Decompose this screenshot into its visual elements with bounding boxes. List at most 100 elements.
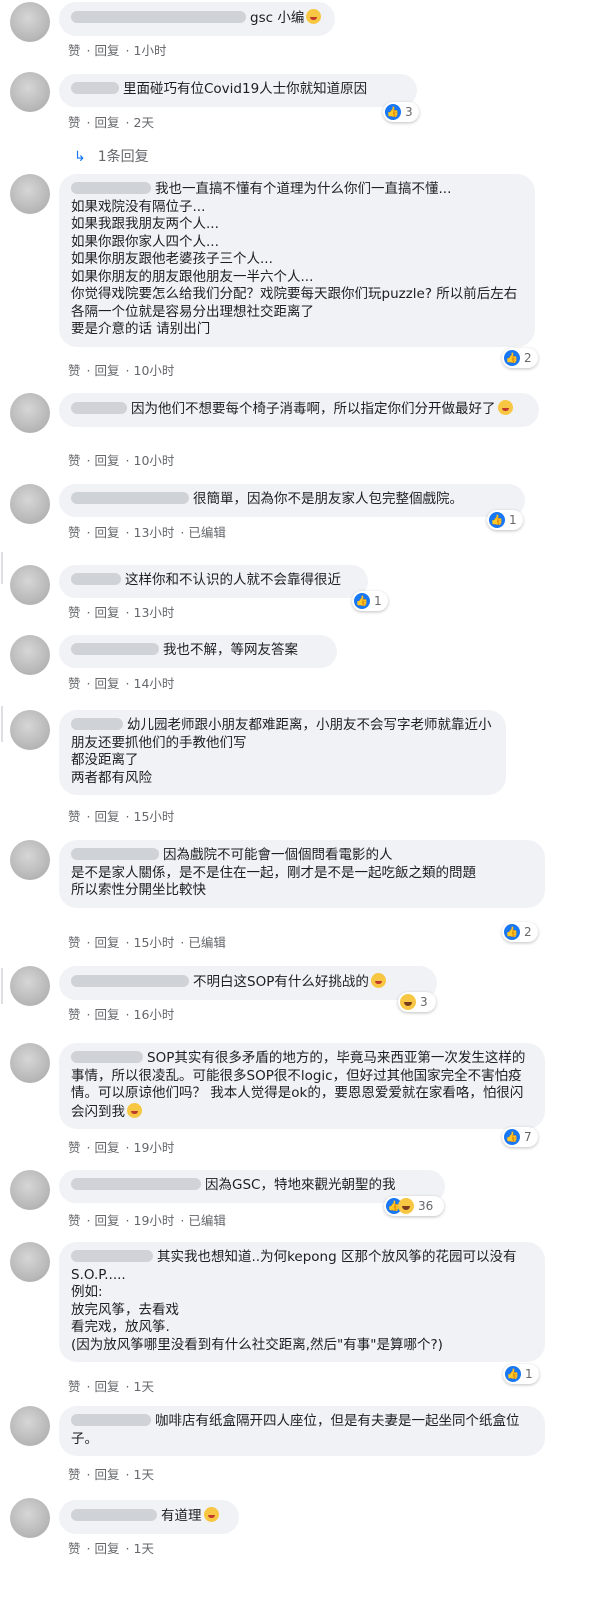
blurred-name — [71, 1250, 153, 1262]
avatar[interactable] — [10, 1498, 50, 1538]
blurred-name — [71, 182, 151, 194]
avatar[interactable] — [10, 966, 50, 1006]
reply-button[interactable]: 回复 — [95, 1213, 120, 1228]
avatar[interactable] — [10, 840, 50, 880]
reaction-count[interactable]: 👍 1 — [503, 1364, 539, 1384]
comment-text: gsc 小编 — [250, 10, 305, 26]
avatar[interactable] — [10, 635, 50, 675]
like-button[interactable]: 赞 — [68, 1213, 81, 1228]
like-button[interactable]: 赞 — [68, 363, 81, 378]
like-button[interactable]: 赞 — [68, 43, 81, 58]
timestamp[interactable]: 19小时 — [134, 1213, 175, 1228]
reaction-count[interactable]: 👍 36 — [384, 1196, 444, 1216]
avatar[interactable] — [10, 1406, 50, 1446]
timestamp[interactable]: 1小时 — [134, 43, 167, 58]
reply-button[interactable]: 回复 — [95, 1007, 120, 1022]
comment-bubble: 咖啡店有纸盒隔开四人座位，但是有夫妻是一起坐同个纸盒位子。 — [59, 1406, 545, 1456]
reaction-count[interactable]: 👍 1 — [487, 510, 523, 530]
like-button[interactable]: 赞 — [68, 453, 81, 468]
like-reaction-icon: 👍 — [504, 924, 520, 940]
comment-actions: 赞 · 回复 · 13小时 · 已编辑 — [68, 525, 226, 540]
avatar[interactable] — [10, 1242, 50, 1282]
comment-actions: 赞 · 回复 · 1小时 — [68, 43, 167, 58]
timestamp[interactable]: 1天 — [134, 1467, 154, 1482]
thread-line — [1, 706, 3, 742]
like-button[interactable]: 赞 — [68, 809, 81, 824]
reply-button[interactable]: 回复 — [95, 43, 120, 58]
like-reaction-icon: 👍 — [385, 104, 401, 120]
comment-actions: 赞 · 回复 · 10小时 — [68, 363, 175, 378]
laughing-emoji-icon — [497, 400, 513, 415]
timestamp[interactable]: 14小时 — [134, 676, 175, 691]
avatar[interactable] — [10, 1043, 50, 1083]
timestamp[interactable]: 15小时 — [134, 935, 175, 950]
timestamp[interactable]: 13小时 — [134, 525, 175, 540]
like-button[interactable]: 赞 — [68, 1541, 81, 1556]
like-button[interactable]: 赞 — [68, 676, 81, 691]
avatar[interactable] — [10, 72, 50, 112]
reaction-count[interactable]: 👍 7 — [502, 1127, 538, 1147]
reply-button[interactable]: 回复 — [95, 1541, 120, 1556]
comment-bubble: 我也一直搞不懂有个道理为什么你们一直搞不懂... 如果戏院没有隔位子... 如果… — [59, 174, 535, 347]
like-button[interactable]: 赞 — [68, 1467, 81, 1482]
view-replies-link[interactable]: ↳ 1条回复 — [74, 146, 149, 166]
reply-button[interactable]: 回复 — [95, 363, 120, 378]
reaction-count[interactable]: 👍 2 — [502, 348, 538, 368]
comment-text: 因为他们不想要每个椅子消毒啊，所以指定你们分开做最好了 — [131, 401, 496, 417]
timestamp[interactable]: 13小时 — [134, 605, 175, 620]
reply-button[interactable]: 回复 — [95, 935, 120, 950]
blurred-name — [71, 402, 127, 414]
blurred-name — [71, 848, 159, 860]
reaction-count[interactable]: 👍 1 — [352, 591, 388, 611]
reply-button[interactable]: 回复 — [95, 605, 120, 620]
reply-button[interactable]: 回复 — [95, 453, 120, 468]
reply-button[interactable]: 回复 — [95, 1140, 120, 1155]
avatar[interactable] — [10, 2, 50, 42]
blurred-name — [71, 573, 121, 585]
timestamp[interactable]: 10小时 — [134, 453, 175, 468]
timestamp[interactable]: 1天 — [134, 1379, 154, 1394]
comment-bubble: 因为他们不想要每个椅子消毒啊，所以指定你们分开做最好了 — [59, 393, 539, 427]
comment-bubble: 幼儿园老师跟小朋友都难距离，小朋友不会写字老师就靠近小朋友还要抓他们的手教他们写… — [59, 710, 506, 795]
avatar[interactable] — [10, 484, 50, 524]
comment-actions: 赞 · 回复 · 2天 — [68, 115, 154, 130]
comment-text: 很簡單，因為你不是朋友家人包完整個戲院。 — [193, 491, 463, 507]
reply-button[interactable]: 回复 — [95, 676, 120, 691]
edited-label[interactable]: 已编辑 — [188, 935, 226, 950]
haha-reaction-icon — [400, 994, 416, 1010]
reply-button[interactable]: 回复 — [95, 809, 120, 824]
comment-text: 不明白这SOP有什么好挑战的 — [193, 974, 369, 990]
avatar[interactable] — [10, 710, 50, 750]
like-button[interactable]: 赞 — [68, 115, 81, 130]
haha-reaction-icon — [398, 1198, 414, 1214]
timestamp[interactable]: 16小时 — [134, 1007, 175, 1022]
timestamp[interactable]: 15小时 — [134, 809, 175, 824]
like-button[interactable]: 赞 — [68, 525, 81, 540]
like-button[interactable]: 赞 — [68, 1007, 81, 1022]
reply-button[interactable]: 回复 — [95, 1467, 120, 1482]
timestamp[interactable]: 10小时 — [134, 363, 175, 378]
like-button[interactable]: 赞 — [68, 1379, 81, 1394]
avatar[interactable] — [10, 174, 50, 214]
reaction-count[interactable]: 👍 3 — [383, 102, 419, 122]
reply-button[interactable]: 回复 — [95, 525, 120, 540]
comment-actions: 赞 · 回复 · 16小时 — [68, 1007, 175, 1022]
timestamp[interactable]: 2天 — [134, 115, 154, 130]
like-button[interactable]: 赞 — [68, 935, 81, 950]
avatar[interactable] — [10, 1170, 50, 1210]
comment-text: 有道理 — [161, 1508, 202, 1524]
reaction-count[interactable]: 3 — [398, 992, 436, 1012]
comment-bubble: 有道理 — [59, 1500, 239, 1534]
blurred-name — [71, 1051, 143, 1063]
reaction-count[interactable]: 👍 2 — [502, 922, 538, 942]
like-button[interactable]: 赞 — [68, 605, 81, 620]
timestamp[interactable]: 19小时 — [134, 1140, 175, 1155]
like-button[interactable]: 赞 — [68, 1140, 81, 1155]
reply-button[interactable]: 回复 — [95, 115, 120, 130]
reply-button[interactable]: 回复 — [95, 1379, 120, 1394]
avatar[interactable] — [10, 393, 50, 433]
edited-label[interactable]: 已编辑 — [188, 525, 226, 540]
edited-label[interactable]: 已编辑 — [188, 1213, 226, 1228]
avatar[interactable] — [10, 565, 50, 605]
timestamp[interactable]: 1天 — [134, 1541, 154, 1556]
